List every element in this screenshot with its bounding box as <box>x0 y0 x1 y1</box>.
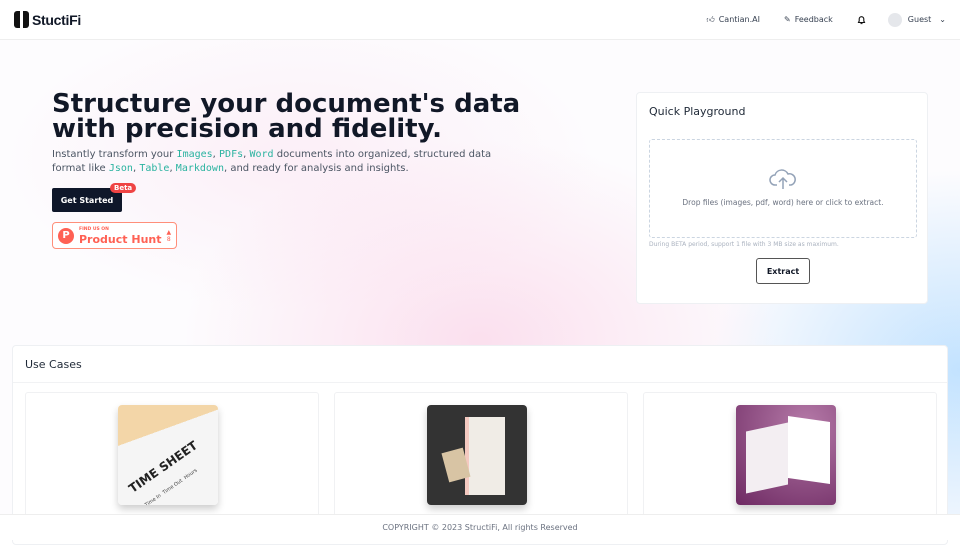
nav-cantian[interactable]: 👍︎ Cantian.AI <box>706 15 760 25</box>
timesheet-column: Hours <box>183 467 199 481</box>
avatar[interactable] <box>887 12 902 27</box>
ph-title: Product Hunt <box>79 233 162 246</box>
timesheet-column: Time In <box>143 492 163 505</box>
logo[interactable]: StuctiFi <box>14 11 81 28</box>
text: Instantly transform your <box>52 149 177 160</box>
top-nav: StuctiFi 👍︎ Cantian.AI ✎ Feedback Guest ⌄ <box>0 0 960 40</box>
user-menu[interactable]: Guest <box>908 15 932 24</box>
cloud-upload-icon <box>769 169 796 189</box>
use-case-card-receipt[interactable] <box>334 392 628 532</box>
dropzone-text: Drop files (images, pdf, word) here or c… <box>682 198 884 207</box>
timesheet-column: Time Out <box>161 477 184 496</box>
format-markdown: Markdown <box>175 163 224 174</box>
text: , and ready for analysis and insights. <box>223 163 409 174</box>
nav-label: Feedback <box>794 15 833 24</box>
hero-subtitle: Instantly transform your Images, PDFs, W… <box>52 148 522 176</box>
chevron-down-icon[interactable]: ⌄ <box>939 15 946 24</box>
format-pdfs: PDFs <box>219 149 244 160</box>
quick-playground: Quick Playground Drop files (images, pdf… <box>636 92 928 304</box>
pencil-icon: ✎ <box>783 15 791 24</box>
use-case-card-magazine[interactable] <box>643 392 937 532</box>
upvote-icon: ▲ <box>166 228 172 236</box>
product-hunt-badge[interactable]: P FIND US ON Product Hunt ▲ 8 <box>52 222 177 249</box>
thumbs-up-icon: 👍︎ <box>706 14 715 24</box>
format-images: Images <box>176 149 213 160</box>
nav-label: Cantian.AI <box>718 15 760 24</box>
magazine-image <box>736 405 836 505</box>
format-word: Word <box>249 149 274 160</box>
use-case-card-timesheet[interactable]: TIME SHEET Time In Time Out Hours <box>25 392 319 532</box>
playground-title: Quick Playground <box>649 105 746 118</box>
use-cases-title: Use Cases <box>25 358 82 371</box>
footer: COPYRIGHT © 2023 StructiFi, All rights R… <box>0 514 960 540</box>
product-hunt-logo-icon: P <box>58 227 74 244</box>
ph-votes: 8 <box>166 235 171 243</box>
upload-note: During BETA period, support 1 file with … <box>649 241 839 248</box>
format-json: Json <box>108 163 133 174</box>
divider <box>13 382 947 383</box>
nav-feedback[interactable]: ✎ Feedback <box>784 15 833 24</box>
timesheet-image: TIME SHEET Time In Time Out Hours <box>118 405 218 505</box>
logo-text: StuctiFi <box>32 11 81 28</box>
extract-button[interactable]: Extract <box>756 258 810 284</box>
timesheet-image-title: TIME SHEET <box>126 438 200 496</box>
file-dropzone[interactable]: Drop files (images, pdf, word) here or c… <box>649 139 917 238</box>
beta-badge: Beta <box>110 183 137 193</box>
receipt-image <box>427 405 527 505</box>
logo-icon <box>14 11 29 28</box>
bell-icon[interactable] <box>857 15 866 25</box>
page-title: Structure your document's data with prec… <box>52 89 521 144</box>
format-table: Table <box>139 163 170 174</box>
